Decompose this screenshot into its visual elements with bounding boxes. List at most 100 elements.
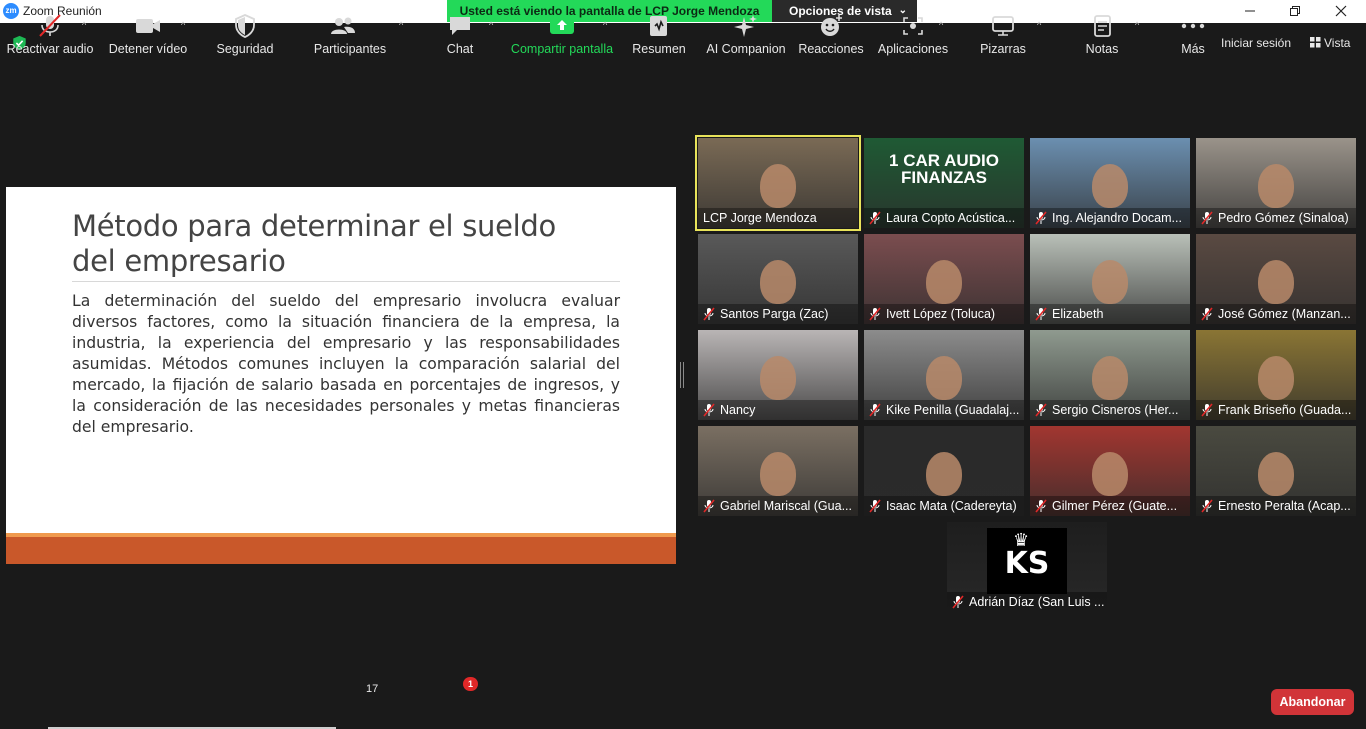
- participant-name: Frank Briseño (Guada...: [1196, 400, 1356, 420]
- leave-meeting-button[interactable]: Abandonar: [1271, 689, 1354, 715]
- grid-view-icon: [1310, 37, 1321, 48]
- participant-name: Ernesto Peralta (Acap...: [1196, 496, 1356, 516]
- participant-video-face: [760, 164, 796, 208]
- tile-banner-line: FINANZAS: [901, 168, 987, 187]
- participant-tile[interactable]: Pedro Gómez (Sinaloa): [1196, 138, 1356, 228]
- unmute-audio-button[interactable]: Reactivar audio: [4, 0, 96, 63]
- stop-video-button[interactable]: Detener vídeo: [106, 0, 190, 63]
- participant-name: Isaac Mata (Cadereyta): [864, 496, 1024, 516]
- slide-title: Método para determinar el sueldo del emp…: [72, 209, 556, 278]
- participant-tile[interactable]: 1 CAR AUDIO FINANZAS Laura Copto Acústica.…: [864, 138, 1024, 228]
- participant-tile[interactable]: Isaac Mata (Cadereyta): [864, 426, 1024, 516]
- participant-video-face: [1092, 356, 1128, 400]
- chat-unread-badge: 1: [463, 677, 478, 691]
- participant-name: Gabriel Mariscal (Gua...: [698, 496, 858, 516]
- slide-body: La determinación del sueldo del empresar…: [72, 292, 620, 436]
- participant-video-face: [1092, 164, 1128, 208]
- participant-tile[interactable]: Ernesto Peralta (Acap...: [1196, 426, 1356, 516]
- share-options-caret[interactable]: ^: [603, 20, 607, 30]
- video-camera-icon: [136, 19, 160, 33]
- participant-video-face: [926, 452, 962, 496]
- view-label: Vista: [1324, 36, 1351, 50]
- more-icon: [1181, 23, 1205, 29]
- mic-muted-icon: [869, 499, 881, 513]
- reactions-button[interactable]: Reacciones: [798, 0, 864, 63]
- notes-icon: [1094, 15, 1111, 37]
- sparkle-icon: [734, 15, 757, 37]
- participants-options-caret[interactable]: ^: [399, 20, 403, 30]
- participant-name: Kike Penilla (Guadalaj...: [864, 400, 1024, 420]
- participant-name: Adrián Díaz (San Luis ...: [947, 592, 1107, 612]
- toolbar-label: Detener vídeo: [108, 42, 188, 56]
- whiteboards-button[interactable]: Pizarras: [974, 0, 1032, 63]
- participant-tile[interactable]: Gilmer Pérez (Guate...: [1030, 426, 1190, 516]
- participant-video-face: [760, 452, 796, 496]
- chat-button[interactable]: Chat: [430, 0, 490, 63]
- split-view-resize-handle[interactable]: [680, 362, 684, 388]
- participant-tile[interactable]: Frank Briseño (Guada...: [1196, 330, 1356, 420]
- participant-tile[interactable]: Nancy: [698, 330, 858, 420]
- participant-name: Pedro Gómez (Sinaloa): [1196, 208, 1356, 228]
- shared-screen-slide: Método para determinar el sueldo del emp…: [6, 187, 676, 564]
- mic-muted-icon: [869, 211, 881, 225]
- mic-muted-icon: [1035, 211, 1047, 225]
- mic-muted-icon: [1201, 403, 1213, 417]
- sign-in-button[interactable]: Iniciar sesión: [1221, 34, 1291, 52]
- participant-tile[interactable]: KS ♛ Adrián Díaz (San Luis ...: [947, 522, 1107, 612]
- mic-muted-icon: [1035, 307, 1047, 321]
- security-button[interactable]: Seguridad: [208, 0, 282, 63]
- restore-icon[interactable]: [1272, 0, 1318, 23]
- meeting-toolbar: [0, 666, 1366, 729]
- chat-icon: [450, 17, 470, 35]
- participant-tile[interactable]: Gabriel Mariscal (Gua...: [698, 426, 858, 516]
- participant-video-face: [760, 260, 796, 304]
- toolbar-label: Compartir pantalla: [510, 42, 614, 56]
- participant-tile[interactable]: Elizabeth: [1030, 234, 1190, 324]
- whiteboards-options-caret[interactable]: ^: [1037, 20, 1041, 30]
- participant-name: Ing. Alejandro Docam...: [1030, 208, 1190, 228]
- close-icon[interactable]: [1318, 0, 1364, 23]
- apps-options-caret[interactable]: ^: [939, 20, 943, 30]
- summary-button[interactable]: Resumen: [628, 0, 690, 63]
- participant-video-face: [926, 356, 962, 400]
- view-button[interactable]: Vista: [1310, 34, 1350, 52]
- share-screen-icon: [550, 17, 574, 34]
- participant-name: Elizabeth: [1030, 304, 1190, 324]
- audio-options-caret[interactable]: ^: [82, 20, 86, 30]
- toolbar-label: Aplicaciones: [877, 42, 949, 56]
- participant-video-face: [1092, 260, 1128, 304]
- mic-muted-icon: [703, 403, 715, 417]
- participant-tile[interactable]: Kike Penilla (Guadalaj...: [864, 330, 1024, 420]
- apps-button[interactable]: Aplicaciones: [876, 0, 950, 63]
- reaction-icon: [821, 15, 842, 36]
- participant-tile[interactable]: LCP Jorge Mendoza: [695, 135, 861, 231]
- mic-muted-icon: [1201, 211, 1213, 225]
- ai-companion-button[interactable]: AI Companion: [702, 0, 790, 63]
- mic-muted-icon: [952, 595, 964, 609]
- participant-count: 17: [366, 683, 379, 695]
- participant-video-face: [1258, 356, 1294, 400]
- participants-button[interactable]: Participantes: [308, 0, 392, 63]
- slide-footer-bar: [6, 537, 676, 564]
- toolbar-label: Reacciones: [798, 42, 864, 56]
- more-button[interactable]: Más: [1166, 0, 1220, 63]
- share-screen-button[interactable]: Compartir pantalla: [508, 0, 616, 63]
- participant-tile[interactable]: Ivett López (Toluca): [864, 234, 1024, 324]
- minimize-icon[interactable]: [1227, 0, 1273, 23]
- participant-tile[interactable]: Ing. Alejandro Docam...: [1030, 138, 1190, 228]
- tile-banner-text: 1 CAR AUDIO FINANZAS: [864, 152, 1024, 186]
- mic-muted-icon: [1035, 499, 1047, 513]
- notes-options-caret[interactable]: ^: [1135, 20, 1139, 30]
- chat-options-caret[interactable]: ^: [489, 20, 493, 30]
- video-options-caret[interactable]: ^: [181, 20, 185, 30]
- toolbar-label: Más: [1181, 42, 1205, 56]
- participant-tile[interactable]: José Gómez (Manzan...: [1196, 234, 1356, 324]
- notes-button[interactable]: Notas: [1076, 0, 1128, 63]
- toolbar-label: Chat: [446, 42, 474, 56]
- participant-tile[interactable]: Santos Parga (Zac): [698, 234, 858, 324]
- mic-muted-icon: [703, 307, 715, 321]
- whiteboard-icon: [992, 16, 1014, 36]
- participant-tile[interactable]: Sergio Cisneros (Her...: [1030, 330, 1190, 420]
- participants-icon: [331, 17, 356, 34]
- participant-name: Gilmer Pérez (Guate...: [1030, 496, 1190, 516]
